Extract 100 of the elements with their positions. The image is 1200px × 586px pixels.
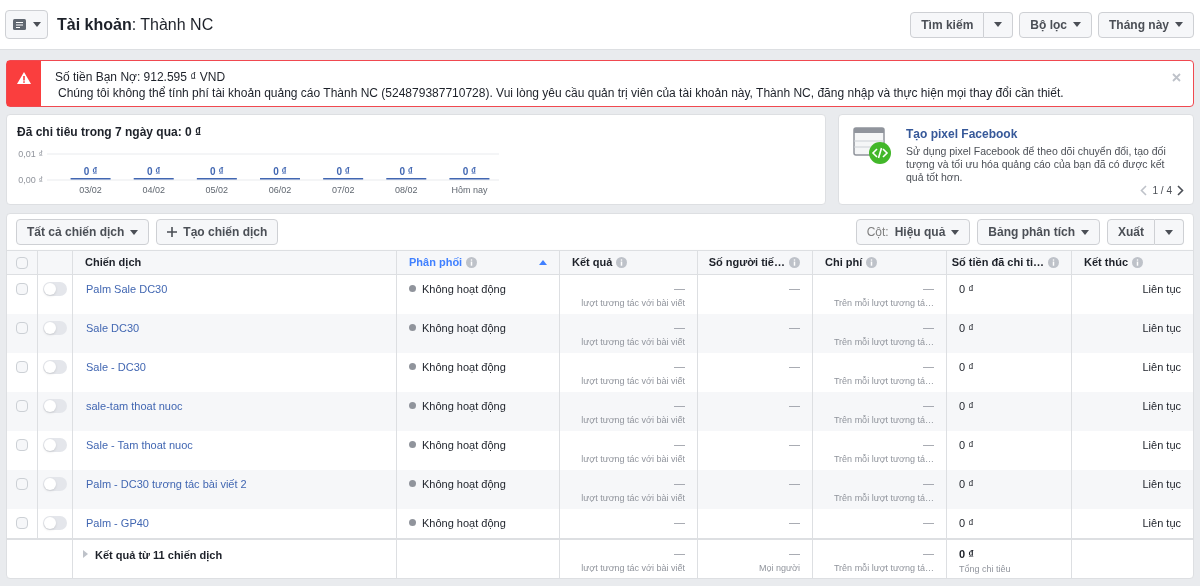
column-header[interactable]: Số tiền đã chi ti…: [947, 251, 1072, 274]
cell-caption: lượt tương tác với bài viết: [581, 296, 685, 310]
axis-label: 05/02: [205, 185, 229, 195]
toggle-switch[interactable]: [43, 321, 67, 335]
status-text: Không hoạt động: [422, 360, 506, 375]
dropdown-button[interactable]: Cột: Hiệu quả: [855, 219, 971, 245]
cell-caption: Trên mỗi lượt tương tá…: [833, 374, 934, 388]
cell-caption: lượt tương tác với bài viết: [581, 491, 685, 505]
table-cell-text: —: [923, 320, 934, 335]
column-header[interactable]: Kết quả: [560, 251, 698, 274]
dropdown-button[interactable]: Tất cả chiến dịch: [16, 219, 150, 245]
info-icon: [1132, 257, 1143, 268]
caret-icon: [951, 229, 960, 235]
table-cell-text: —: [923, 476, 934, 491]
campaign-link[interactable]: Sale DC30: [86, 322, 140, 334]
table-cell-text: —: [674, 320, 685, 335]
value-label: 0 ₫: [399, 166, 414, 177]
axis-label: 0,01 ₫: [18, 149, 43, 159]
table-cell-text: —: [789, 476, 800, 491]
campaign-link[interactable]: Sale - Tam thoat nuoc: [86, 439, 193, 451]
cell-caption: lượt tương tác với bài viết: [581, 452, 685, 466]
toggle-switch[interactable]: [43, 438, 67, 452]
column-header[interactable]: Số người tiế…: [698, 251, 813, 274]
table-cell-text: —: [923, 437, 934, 452]
axis-label: 0,00 ₫: [18, 175, 43, 185]
table-cell-text: —: [789, 281, 800, 296]
pager-text: 1 / 4: [1152, 184, 1172, 198]
dropdown-toggle[interactable]: [984, 11, 1014, 38]
column-header[interactable]: Kết thúc: [1072, 251, 1193, 274]
next-button[interactable]: [1177, 184, 1185, 197]
toggle-switch[interactable]: [43, 399, 67, 413]
value-label: 0 ₫: [462, 166, 477, 177]
table-cell-text: —: [789, 359, 800, 374]
value-label: 0 ₫: [83, 166, 98, 177]
status-text: Không hoạt động: [422, 321, 506, 336]
cell-caption: lượt tương tác với bài viết: [581, 374, 685, 388]
previous-button[interactable]: [1139, 184, 1148, 197]
campaign-link[interactable]: Palm Sale DC30: [86, 283, 168, 295]
table-cell: 0 ₫: [959, 400, 974, 412]
document-icon: [12, 18, 27, 31]
table-cell-text: —: [789, 320, 800, 335]
checkbox[interactable]: [16, 517, 28, 529]
table-cell-text: —: [789, 437, 800, 452]
status-text: Không hoạt động: [422, 516, 506, 531]
value-label: 0 ₫: [336, 166, 350, 177]
cell-caption: Mọi người: [759, 561, 800, 575]
summary-label: Kết quả từ 11 chiến dịch: [95, 548, 223, 564]
column-header[interactable]: Chiến dịch: [73, 251, 397, 274]
caret-icon: [32, 22, 41, 27]
table-cell-text: 0 ₫: [959, 547, 974, 562]
menu-button[interactable]: [5, 10, 48, 39]
value-label: 0 ₫: [210, 166, 224, 177]
checkbox[interactable]: [16, 439, 28, 451]
table-cell-text: —: [923, 359, 934, 374]
dropdown-button[interactable]: Tháng này: [1098, 11, 1194, 38]
status-text: Không hoạt động: [422, 282, 506, 297]
cell-caption: Trên mỗi lượt tương tá…: [833, 335, 934, 349]
dropdown-button[interactable]: Bộ lọc: [1019, 11, 1092, 38]
chevron-right-icon: [1177, 185, 1184, 196]
campaign-link[interactable]: Palm - GP40: [86, 517, 149, 529]
axis-label: 06/02: [268, 185, 292, 195]
checkbox[interactable]: [16, 283, 28, 295]
campaign-link[interactable]: Palm - DC30 tương tác bài viết 2: [86, 478, 247, 490]
column-header[interactable]: Chi phí: [813, 251, 947, 274]
checkbox[interactable]: [16, 256, 28, 269]
table-cell-text: Liên tục: [1142, 516, 1181, 531]
cell-caption: Tổng chi tiêu: [959, 562, 1011, 576]
value-label: 0 ₫: [273, 166, 287, 177]
checkbox[interactable]: [16, 322, 28, 334]
cell-caption: lượt tương tác với bài viết: [581, 335, 685, 349]
campaign-link[interactable]: Sale - DC30: [86, 361, 146, 373]
split-button[interactable]: Tìm kiếm: [910, 11, 985, 38]
info-icon: [466, 257, 478, 268]
axis-label: Hôm nay: [451, 185, 488, 195]
expand-icon[interactable]: [83, 550, 88, 558]
dropdown-toggle[interactable]: [1155, 219, 1184, 245]
table-cell: 0 ₫: [959, 439, 974, 451]
toggle-switch[interactable]: [43, 516, 67, 530]
checkbox[interactable]: [16, 361, 28, 373]
campaign-link[interactable]: sale-tam thoat nuoc: [86, 400, 183, 412]
cell-caption: Trên mỗi lượt tương tá…: [833, 296, 934, 310]
caret-icon: [1073, 22, 1081, 27]
create-button[interactable]: Tạo chiến dịch: [156, 219, 279, 245]
table-cell-text: Liên tục: [1142, 282, 1181, 297]
table-cell: 0 ₫: [959, 478, 974, 490]
close-icon: [1171, 72, 1181, 82]
code-window-icon: [853, 127, 893, 165]
table-cell: 0 ₫: [959, 322, 974, 334]
toggle-switch[interactable]: [43, 477, 67, 491]
dropdown-button[interactable]: Bảng phân tích: [977, 219, 1100, 245]
cell-caption: Trên mỗi lượt tương tá…: [833, 413, 934, 427]
split-button[interactable]: Xuất: [1107, 219, 1155, 245]
checkbox[interactable]: [16, 400, 28, 412]
caret-icon: [1165, 229, 1173, 235]
toggle-switch[interactable]: [43, 282, 67, 296]
table-cell-text: —: [674, 281, 685, 296]
toggle-switch[interactable]: [43, 360, 67, 374]
info-icon: [616, 257, 628, 268]
table-cell-text: —: [674, 437, 685, 452]
checkbox[interactable]: [16, 478, 28, 490]
